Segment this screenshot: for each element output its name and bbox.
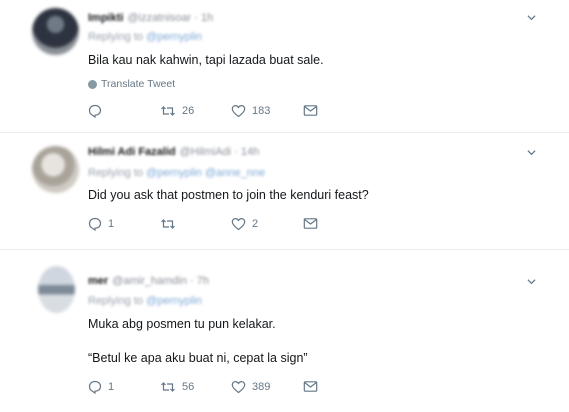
- replying-to-link[interactable]: @pernyplin @anne_nne: [146, 167, 265, 179]
- tweet-text: Muka abg posmen tu pun kelakar.: [88, 317, 276, 331]
- retweet-icon: [160, 380, 176, 394]
- reply-button[interactable]: 1: [88, 217, 114, 231]
- tweet[interactable]: Impikti @izzatnisoar · 1h Replying to @pe…: [0, 0, 569, 132]
- reply-icon: [88, 217, 102, 231]
- avatar[interactable]: [32, 146, 79, 193]
- message-icon: [303, 104, 318, 117]
- replying-to: Replying to @pernyplin: [88, 295, 202, 307]
- like-button[interactable]: 389: [231, 380, 270, 394]
- chevron-down-icon[interactable]: [527, 148, 536, 157]
- user-handle[interactable]: @izzatnisoar · 1h: [127, 12, 213, 24]
- direct-message-button[interactable]: [303, 217, 318, 230]
- reply-count: 1: [108, 381, 115, 393]
- like-count: 389: [252, 381, 271, 393]
- retweet-count: 56: [182, 381, 195, 393]
- translate-tweet-link[interactable]: Translate Tweet: [88, 78, 175, 90]
- avatar[interactable]: [32, 8, 79, 55]
- replying-to-link[interactable]: @pernyplin: [146, 295, 202, 307]
- reply-button[interactable]: [88, 104, 108, 118]
- message-icon: [303, 380, 318, 393]
- display-name[interactable]: Impikti: [88, 12, 123, 24]
- like-icon: [231, 104, 246, 118]
- user-handle[interactable]: @HilmiAdi · 14h: [180, 146, 260, 158]
- retweet-button[interactable]: 56: [160, 380, 194, 394]
- retweet-button[interactable]: 26: [160, 104, 194, 118]
- reply-icon: [88, 104, 102, 118]
- chevron-down-icon[interactable]: [527, 277, 536, 286]
- globe-icon: [88, 79, 97, 89]
- replying-to: Replying to @pernyplin: [88, 31, 202, 43]
- avatar[interactable]: [38, 266, 75, 313]
- retweet-button[interactable]: [160, 217, 182, 231]
- retweet-icon: [160, 217, 176, 231]
- like-button[interactable]: 183: [231, 104, 270, 118]
- reply-button[interactable]: 1: [88, 380, 114, 394]
- tweet-text: Did you ask that postmen to join the ken…: [88, 188, 369, 202]
- like-count: 2: [252, 218, 259, 230]
- replying-to-link[interactable]: @pernyplin: [146, 31, 202, 43]
- like-icon: [231, 217, 246, 231]
- display-name[interactable]: Hilmi Adi Fazalid: [88, 146, 176, 158]
- reply-icon: [88, 380, 102, 394]
- tweet[interactable]: Hilmi Adi Fazalid @HilmiAdi · 14h Replyin…: [0, 133, 569, 249]
- like-icon: [231, 380, 246, 394]
- replying-to: Replying to @pernyplin @anne_nne: [88, 167, 266, 179]
- retweet-count: 26: [182, 105, 195, 117]
- direct-message-button[interactable]: [303, 104, 318, 117]
- tweet-text-quote: “Betul ke apa aku buat ni, cepat la sign…: [88, 351, 308, 365]
- user-handle[interactable]: @amir_hamdin · 7h: [112, 275, 209, 287]
- tweet-header: mer @amir_hamdin · 7h: [88, 275, 209, 287]
- message-icon: [303, 217, 318, 230]
- tweet-header: Hilmi Adi Fazalid @HilmiAdi · 14h: [88, 146, 259, 158]
- like-count: 183: [252, 105, 271, 117]
- display-name[interactable]: mer: [88, 275, 108, 287]
- tweet[interactable]: mer @amir_hamdin · 7h Replying to @pernyp…: [0, 250, 569, 412]
- direct-message-button[interactable]: [303, 380, 318, 393]
- tweet-header: Impikti @izzatnisoar · 1h: [88, 12, 213, 24]
- retweet-icon: [160, 104, 176, 118]
- like-button[interactable]: 2: [231, 217, 258, 231]
- chevron-down-icon[interactable]: [527, 13, 536, 22]
- reply-count: 1: [108, 218, 115, 230]
- tweet-actions: 1 2: [88, 217, 348, 233]
- tweet-actions: 26 183: [88, 104, 348, 120]
- tweet-text: Bila kau nak kahwin, tapi lazada buat sa…: [88, 53, 324, 67]
- tweet-actions: 1 56 389: [88, 380, 348, 396]
